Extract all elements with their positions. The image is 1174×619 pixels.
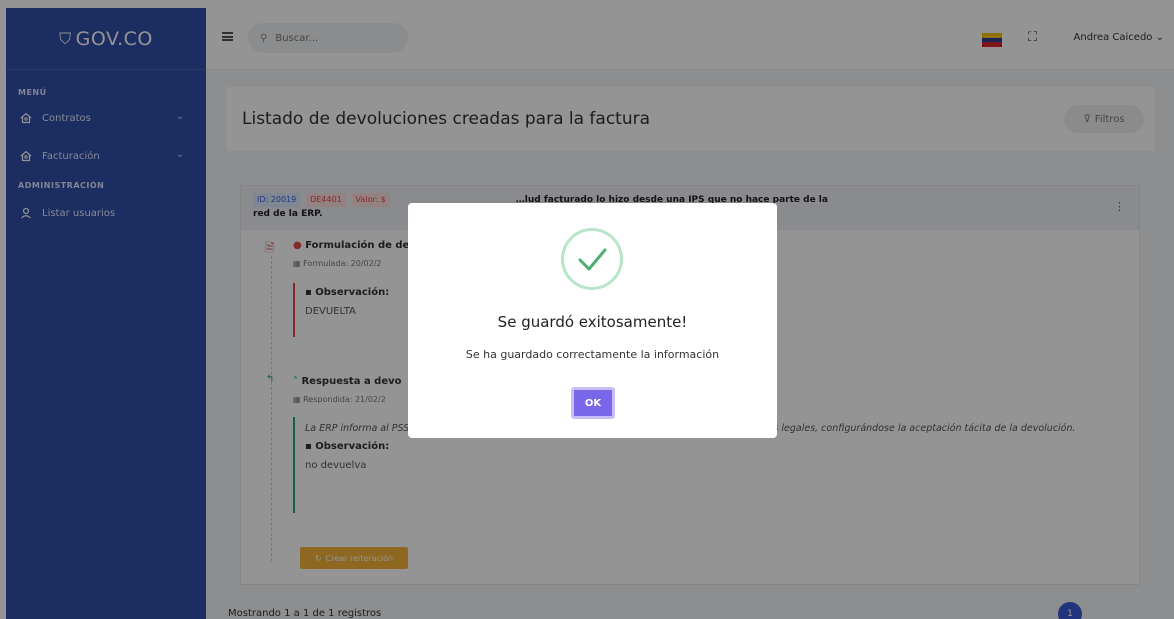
check-icon (578, 248, 607, 271)
modal-title: Se guardó exitosamente! (497, 313, 688, 331)
success-circle (561, 228, 623, 290)
ok-button[interactable]: OK (571, 387, 615, 419)
modal-message: Se ha guardado correctamente la informac… (465, 348, 720, 361)
success-modal: Se guardó exitosamente! Se ha guardado c… (408, 203, 777, 438)
